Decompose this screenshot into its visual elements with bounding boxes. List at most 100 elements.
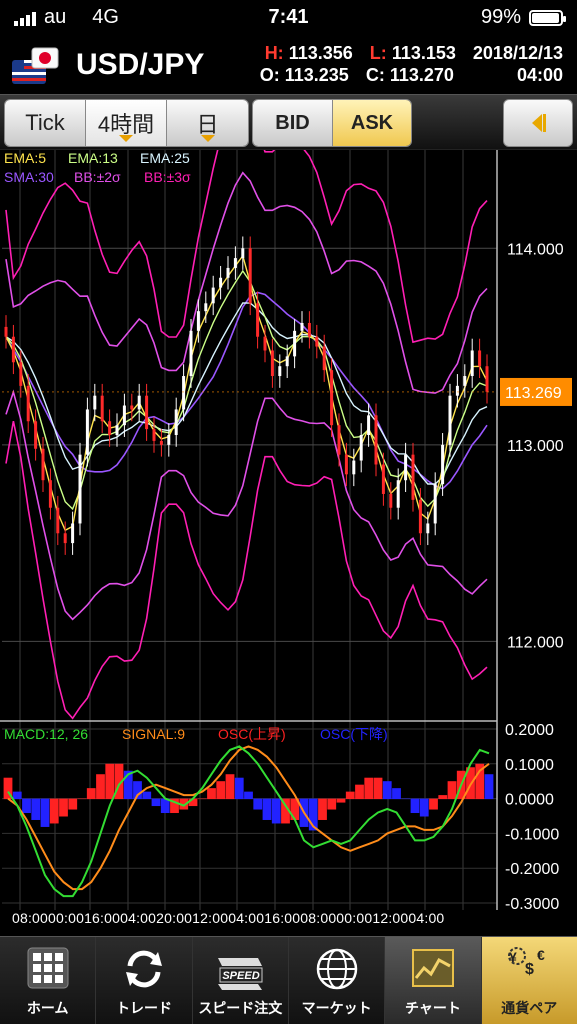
candle-body	[359, 435, 363, 461]
nav-home-label: ホーム	[26, 1000, 69, 1016]
time-axis-labels: 08:0000:0016:0004:0020:0012:0004:0016:00…	[12, 910, 445, 926]
ema5-line	[5, 254, 488, 532]
macd-osc-bar	[207, 788, 216, 800]
svg-text:SPEED: SPEED	[223, 970, 260, 982]
chevron-down-icon	[119, 135, 133, 142]
macd-osc-bar	[271, 798, 281, 824]
legend-item: BB:±3σ	[144, 169, 191, 185]
tab-day[interactable]: 日	[167, 100, 248, 146]
date-value: 2018/12/13	[472, 43, 563, 63]
candle-body	[270, 350, 274, 377]
macd-osc-bar	[12, 791, 22, 800]
bid-button[interactable]: BID	[253, 100, 332, 146]
macd-osc-bar	[31, 798, 41, 820]
macd-osc-bar	[68, 798, 78, 810]
open-value: 113.235	[284, 65, 349, 85]
macd-osc-bar	[364, 777, 374, 800]
macd-osc-bar	[336, 798, 346, 803]
candle-body	[241, 248, 245, 259]
macd-osc-bar	[262, 798, 272, 820]
chevron-left-icon	[532, 114, 546, 132]
macd-osc-bar	[327, 798, 337, 810]
nav-speed-label: スピード注文	[198, 1000, 283, 1016]
macd-tick-label: 0.0000	[505, 792, 554, 809]
macd-legend-item: MACD:12, 26	[4, 726, 88, 742]
macd-osc-bar	[410, 798, 420, 814]
chart-icon	[411, 949, 454, 987]
candle-body	[478, 350, 482, 367]
candle-body	[174, 409, 178, 435]
candle-body	[441, 444, 445, 485]
current-price-label: 113.269	[505, 385, 562, 402]
macd-osc-bar	[318, 798, 327, 820]
candle-body	[85, 409, 89, 455]
legend-item: SMA:30	[4, 169, 54, 185]
candle-body	[352, 460, 356, 475]
macd-osc-bar	[401, 798, 411, 800]
macd-osc-bar	[151, 798, 161, 807]
collapse-panel-button[interactable]	[503, 99, 573, 147]
candle-body	[196, 311, 200, 331]
bid-ask-toggle: BID ASK	[252, 99, 412, 147]
battery-icon	[529, 9, 566, 26]
candle-body	[93, 395, 97, 410]
usd-jpy-flag-icon	[12, 47, 59, 84]
legend-item: BB:±2σ	[74, 169, 121, 185]
macd-line	[7, 745, 490, 898]
price-chart[interactable]: 114.000 113.000 112.000 0.2000 0.1000 0.0000 -…	[0, 150, 577, 910]
candle-body	[108, 421, 112, 435]
candle-body	[418, 499, 422, 534]
macd-osc-bar	[438, 795, 448, 800]
candle-body	[48, 480, 52, 508]
candle-body	[26, 385, 30, 422]
nav-trade[interactable]: トレード	[96, 937, 193, 1024]
timeframe-tabs: Tick 4時間 日	[4, 99, 249, 147]
tab-4h[interactable]: 4時間	[86, 100, 167, 146]
close-key: C:	[365, 65, 385, 85]
price-tick-label: 113.000	[507, 438, 564, 455]
time-value: 04:00	[516, 65, 563, 85]
candle-body	[226, 267, 230, 278]
candle-body	[115, 425, 119, 435]
macd-tick-label: 0.1000	[505, 757, 554, 774]
macd-osc-bar	[355, 784, 364, 800]
legend-item: EMA:25	[140, 150, 190, 166]
macd-osc-bar	[22, 798, 31, 814]
nav-currency-label: 通貨ペア	[501, 1000, 558, 1016]
currency-icon: ¥ $ €	[508, 947, 545, 978]
candle-body	[167, 435, 171, 445]
battery-percent: 99%	[480, 6, 521, 28]
candle-body	[344, 454, 348, 475]
low-value: 113.153	[391, 43, 456, 63]
ask-button[interactable]: ASK	[332, 100, 411, 146]
svg-text:$: $	[525, 961, 534, 978]
candle-body	[285, 356, 289, 367]
candle-body	[322, 346, 326, 371]
candle-body	[137, 395, 141, 410]
candle-body	[374, 415, 378, 465]
candle-body	[396, 480, 400, 508]
candle-body	[455, 385, 459, 396]
tab-tick[interactable]: Tick	[5, 100, 86, 146]
candle-body	[411, 454, 415, 500]
nav-home[interactable]: ホーム	[0, 937, 97, 1024]
macd-osc-bar	[225, 774, 235, 800]
candle-body	[448, 395, 452, 445]
tab-tick-label: Tick	[25, 110, 65, 135]
nav-currency-pair[interactable]: ¥ $ € 通貨ペア	[481, 937, 577, 1024]
legend-item: EMA:13	[68, 150, 118, 166]
chart-toolbar: Tick 4時間 日 BID ASK	[0, 94, 577, 150]
nav-market[interactable]: マーケット	[289, 937, 386, 1024]
candle-body	[159, 440, 163, 445]
macd-osc-bar	[419, 798, 429, 817]
globe-icon	[316, 948, 357, 990]
macd-osc-bar	[392, 788, 401, 800]
nav-chart[interactable]: チャート	[385, 937, 482, 1024]
macd-osc-bar	[253, 798, 263, 810]
candle-body	[63, 533, 67, 544]
candle-body	[256, 303, 260, 337]
nav-speed-order[interactable]: SPEED スピード注文	[193, 937, 289, 1024]
macd-osc-bar	[345, 791, 355, 800]
candle-body	[41, 448, 45, 481]
nav-chart-label: チャート	[405, 1000, 461, 1016]
